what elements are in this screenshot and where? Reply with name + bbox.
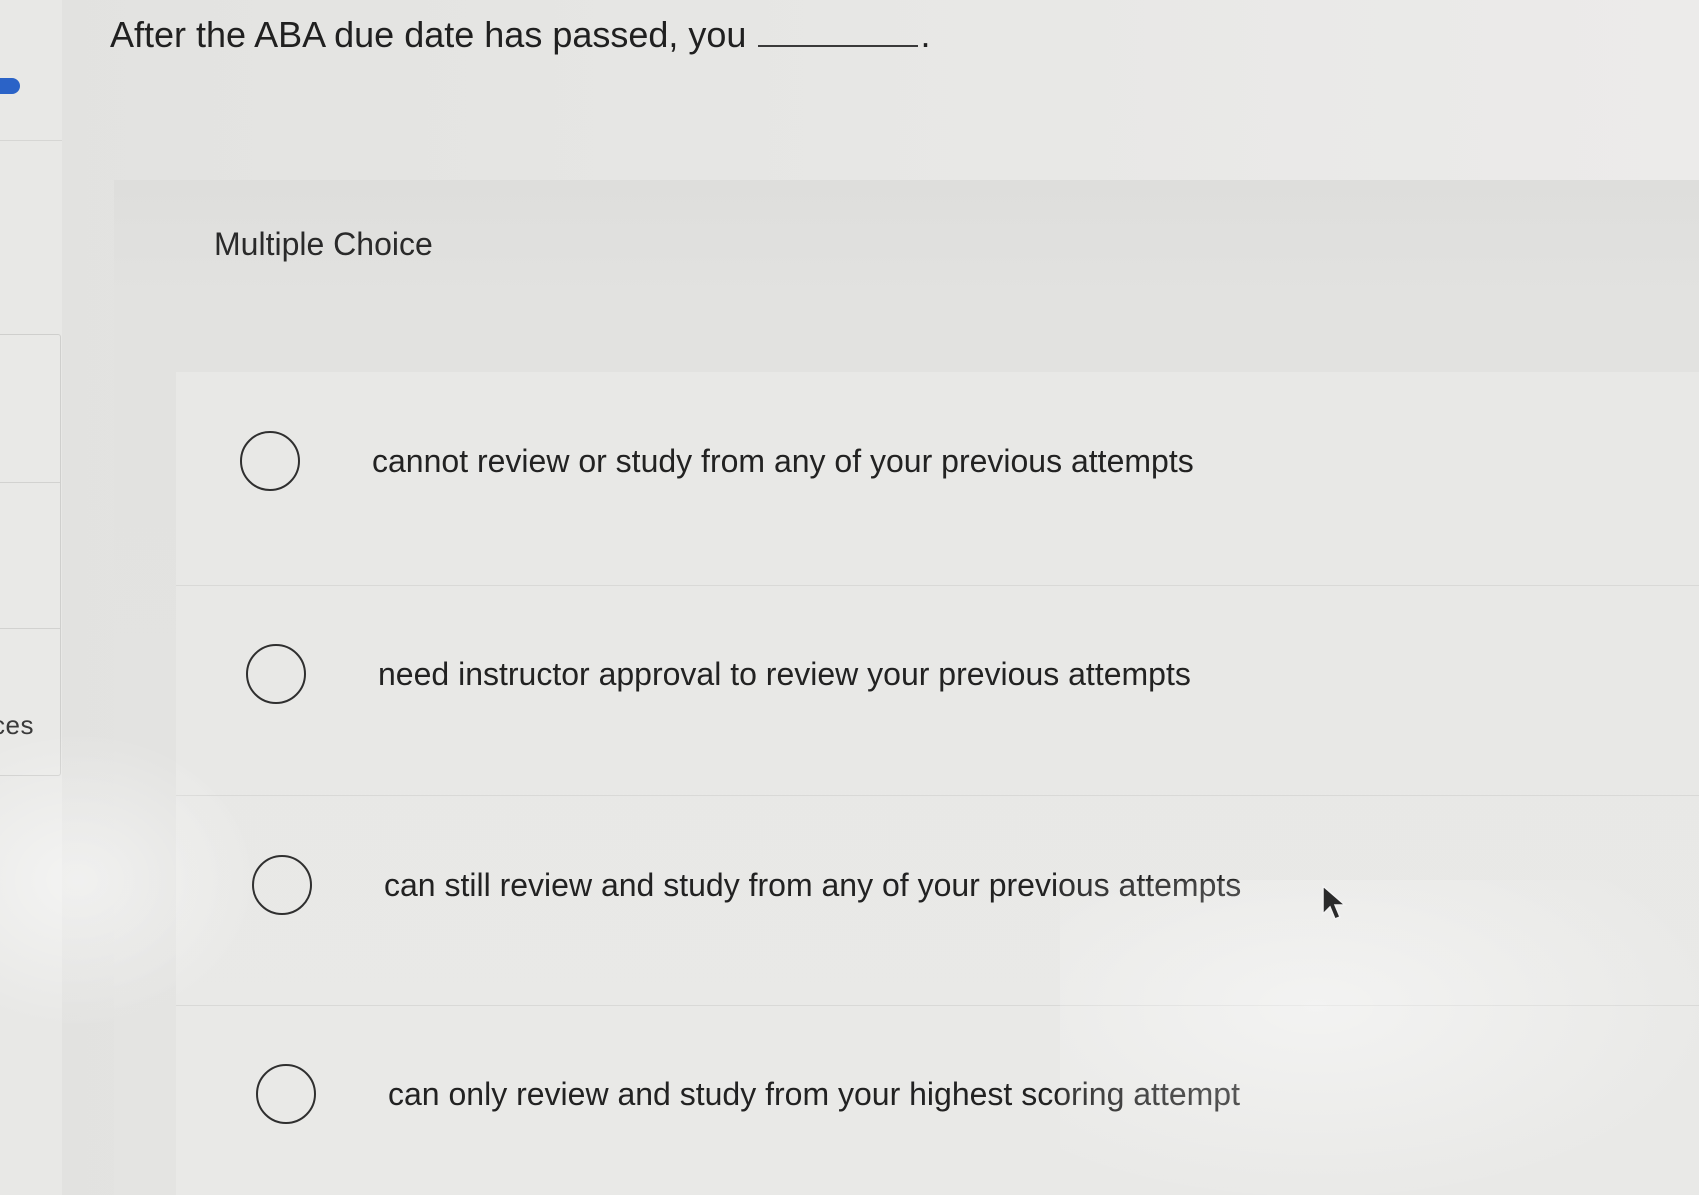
choice-label[interactable]: can still review and study from any of y… [384, 867, 1241, 904]
radio-circle-icon[interactable] [252, 855, 312, 915]
sidebar-item-label[interactable]: ces [0, 710, 34, 741]
mouse-pointer-icon [1322, 884, 1348, 920]
card-title: Multiple Choice [214, 226, 433, 262]
choice-option-4[interactable]: can only review and study from your high… [256, 1064, 1240, 1124]
choice-option-3[interactable]: can still review and study from any of y… [252, 855, 1241, 915]
page: ces After the ABA due date has passed, y… [0, 0, 1699, 1195]
choice-label[interactable]: can only review and study from your high… [388, 1076, 1240, 1113]
sidebar-panel-divider [0, 482, 60, 483]
choice-divider [176, 585, 1699, 586]
choice-option-1[interactable]: cannot review or study from any of your … [240, 431, 1194, 491]
choice-label[interactable]: cannot review or study from any of your … [372, 443, 1194, 480]
answer-blank [758, 45, 919, 47]
radio-circle-icon[interactable] [246, 644, 306, 704]
sidebar-active-marker[interactable] [0, 78, 20, 94]
question-period: . [920, 14, 931, 55]
sidebar: ces [0, 0, 62, 1195]
sidebar-panel-divider [0, 628, 60, 629]
choice-divider [176, 795, 1699, 796]
choice-option-2[interactable]: need instructor approval to review your … [246, 644, 1191, 704]
choice-divider [176, 1005, 1699, 1006]
question-prompt: After the ABA due date has passed, you. [110, 14, 930, 56]
radio-circle-icon[interactable] [240, 431, 300, 491]
sidebar-divider [0, 140, 62, 141]
question-text: After the ABA due date has passed, you [110, 14, 747, 55]
choice-label[interactable]: need instructor approval to review your … [378, 656, 1191, 693]
radio-circle-icon[interactable] [256, 1064, 316, 1124]
